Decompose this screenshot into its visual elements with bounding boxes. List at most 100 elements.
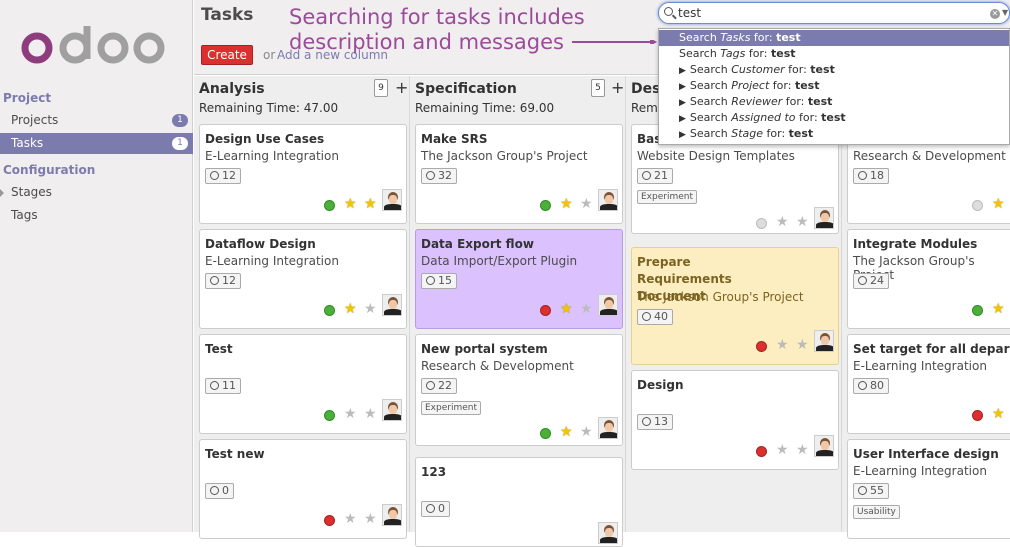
task-card[interactable]: Set target for all deparments E-Learning… <box>847 334 1010 434</box>
expand-arrow-icon[interactable] <box>0 189 4 197</box>
kanban-state-icon[interactable] <box>972 410 983 421</box>
sidebar-item-projects[interactable]: Projects 1 <box>0 110 193 131</box>
priority-star-icon[interactable]: ★ <box>344 512 357 526</box>
kanban-state-icon[interactable] <box>324 200 335 211</box>
autocomplete-option[interactable]: Search Tags for: test <box>659 46 1009 62</box>
avatar[interactable] <box>382 294 402 316</box>
kanban-state-icon[interactable] <box>540 305 551 316</box>
kanban-state-icon[interactable] <box>972 305 983 316</box>
sidebar-item-tasks[interactable]: Tasks 1 <box>0 133 193 154</box>
avatar[interactable] <box>382 504 402 526</box>
kanban-state-icon[interactable] <box>756 218 767 229</box>
autocomplete-option[interactable]: Search Tasks for: test <box>659 30 1009 46</box>
search-options-icon[interactable]: ▼ <box>1002 8 1008 17</box>
task-card[interactable]: User Interface design E-Learning Integra… <box>847 439 1010 539</box>
task-project: E-Learning Integration <box>853 464 987 478</box>
task-card[interactable]: Test 11 ★ ★ <box>199 334 407 434</box>
priority-star-icon[interactable]: ★ <box>580 425 593 439</box>
priority-star-icon[interactable]: ★ <box>796 338 809 352</box>
logo-text: odoo <box>18 22 48 25</box>
add-task-icon[interactable]: + <box>395 78 408 97</box>
clock-icon <box>426 171 435 180</box>
priority-star-icon[interactable]: ★ <box>580 197 593 211</box>
priority-star-icon[interactable]: ★ <box>992 197 1005 211</box>
column-title[interactable]: Specification <box>415 81 517 97</box>
task-card[interactable]: Test new 0 ★ ★ <box>199 439 407 539</box>
sidebar-item-label: Projects <box>11 113 59 127</box>
task-card[interactable]: Dataflow Design E-Learning Integration 1… <box>199 229 407 329</box>
priority-star-icon[interactable]: ★ <box>580 302 593 316</box>
hours-badge: 40 <box>637 309 673 325</box>
task-card[interactable]: Data Export flow Data Import/Export Plug… <box>415 229 623 329</box>
hours-value: 80 <box>870 379 884 392</box>
priority-star-icon[interactable]: ★ <box>344 197 357 211</box>
task-card[interactable]: 123 0 <box>415 457 623 547</box>
kanban-state-icon[interactable] <box>324 305 335 316</box>
avatar[interactable] <box>814 330 834 352</box>
clear-search-icon[interactable]: ✕ <box>990 9 1000 19</box>
avatar[interactable] <box>814 435 834 457</box>
sidebar-item-stages[interactable]: Stages <box>0 182 193 203</box>
kanban-state-icon[interactable] <box>324 410 335 421</box>
avatar[interactable] <box>598 417 618 439</box>
kanban-state-icon[interactable] <box>324 515 335 526</box>
priority-star-icon[interactable]: ★ <box>776 338 789 352</box>
kanban-state-icon[interactable] <box>540 428 551 439</box>
task-card[interactable]: Make SRS The Jackson Group's Project 32 … <box>415 124 623 224</box>
priority-star-icon[interactable]: ★ <box>560 425 573 439</box>
priority-star-icon[interactable]: ★ <box>796 443 809 457</box>
avatar[interactable] <box>598 189 618 211</box>
priority-star-icon[interactable]: ★ <box>344 302 357 316</box>
autocomplete-option[interactable]: ▶ Search Assigned to for: test <box>659 110 1009 126</box>
clock-icon <box>426 504 435 513</box>
search-input[interactable] <box>678 6 978 20</box>
search-box[interactable]: ✕ ▼ <box>658 2 1010 24</box>
kanban-state-icon[interactable] <box>756 446 767 457</box>
task-card[interactable]: New portal system Research & Development… <box>415 334 623 446</box>
task-project: E-Learning Integration <box>853 359 987 373</box>
hours-badge: 18 <box>853 168 889 184</box>
hours-badge: 12 <box>205 168 241 184</box>
autocomplete-option[interactable]: ▶ Search Stage for: test <box>659 126 1009 142</box>
task-card[interactable]: Prepare Requirements Document The Jackso… <box>631 247 839 365</box>
odoo-logo[interactable]: odoo <box>18 22 168 66</box>
add-task-icon[interactable]: + <box>611 78 624 97</box>
priority-star-icon[interactable]: ★ <box>364 302 377 316</box>
autocomplete-option[interactable]: ▶ Search Project for: test <box>659 78 1009 94</box>
kanban-state-icon[interactable] <box>540 200 551 211</box>
priority-star-icon[interactable]: ★ <box>344 407 357 421</box>
task-title: Data Export flow <box>421 237 534 251</box>
task-card[interactable]: Integrate Modules The Jackson Group's Pr… <box>847 229 1010 329</box>
avatar[interactable] <box>814 207 834 229</box>
hours-value: 12 <box>222 274 236 287</box>
priority-star-icon[interactable]: ★ <box>796 215 809 229</box>
priority-star-icon[interactable]: ★ <box>560 302 573 316</box>
avatar[interactable] <box>382 399 402 421</box>
priority-star-icon[interactable]: ★ <box>364 512 377 526</box>
task-card[interactable]: Design 13 ★ ★ <box>631 370 839 470</box>
priority-star-icon[interactable]: ★ <box>776 215 789 229</box>
kanban-state-icon[interactable] <box>756 341 767 352</box>
avatar[interactable] <box>382 189 402 211</box>
task-title: Set target for all deparments <box>853 342 1010 356</box>
task-card[interactable]: Design Use Cases E-Learning Integration … <box>199 124 407 224</box>
priority-star-icon[interactable]: ★ <box>364 407 377 421</box>
task-title: Integrate Modules <box>853 237 978 251</box>
priority-star-icon[interactable]: ★ <box>776 443 789 457</box>
column-title[interactable]: Analysis <box>199 81 265 97</box>
avatar[interactable] <box>598 522 618 544</box>
autocomplete-option[interactable]: ▶ Search Reviewer for: test <box>659 94 1009 110</box>
count-badge: 1 <box>172 114 188 127</box>
tag-badge: Experiment <box>637 190 698 204</box>
priority-star-icon[interactable]: ★ <box>560 197 573 211</box>
hours-badge: 24 <box>853 273 889 289</box>
avatar[interactable] <box>598 294 618 316</box>
sidebar-item-tags[interactable]: Tags <box>0 205 193 226</box>
priority-star-icon[interactable]: ★ <box>992 302 1005 316</box>
create-button[interactable]: Create <box>201 45 253 65</box>
kanban-state-icon[interactable] <box>972 200 983 211</box>
autocomplete-option[interactable]: ▶ Search Customer for: test <box>659 62 1009 78</box>
priority-star-icon[interactable]: ★ <box>992 407 1005 421</box>
priority-star-icon[interactable]: ★ <box>364 197 377 211</box>
clock-icon <box>858 171 867 180</box>
